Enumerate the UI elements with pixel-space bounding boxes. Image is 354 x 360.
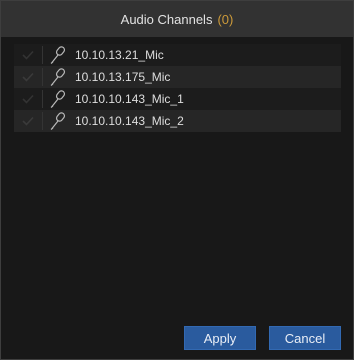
channel-row[interactable]: 10.10.10.143_Mic_1 [14,88,341,110]
audio-channels-dialog: Audio Channels (0) 10.10.13.21_Mic 10.10… [0,0,354,360]
checkmark-icon[interactable] [14,110,42,132]
microphone-icon [45,88,71,110]
microphone-icon [45,110,71,132]
microphone-icon [45,44,71,66]
microphone-icon [45,66,71,88]
channel-label: 10.10.13.175_Mic [75,70,171,84]
channel-label: 10.10.13.21_Mic [75,48,164,62]
channel-row[interactable]: 10.10.13.175_Mic [14,66,341,88]
checkmark-icon[interactable] [14,66,42,88]
checkmark-icon[interactable] [14,88,42,110]
selected-count: (0) [217,11,234,27]
apply-button[interactable]: Apply [184,326,256,350]
channel-row[interactable]: 10.10.10.143_Mic_2 [14,110,341,132]
row-divider [42,90,43,108]
cancel-button[interactable]: Cancel [269,326,341,350]
channel-row[interactable]: 10.10.13.21_Mic [14,44,341,66]
row-divider [42,112,43,130]
row-divider [42,68,43,86]
row-divider [42,46,43,64]
channel-label: 10.10.10.143_Mic_1 [75,92,184,106]
dialog-title: Audio Channels [120,11,213,27]
dialog-titlebar: Audio Channels (0) [1,1,353,37]
channel-list: 10.10.13.21_Mic 10.10.13.175_Mic 10.10.1… [14,44,341,132]
channel-label: 10.10.10.143_Mic_2 [75,114,184,128]
checkmark-icon[interactable] [14,44,42,66]
